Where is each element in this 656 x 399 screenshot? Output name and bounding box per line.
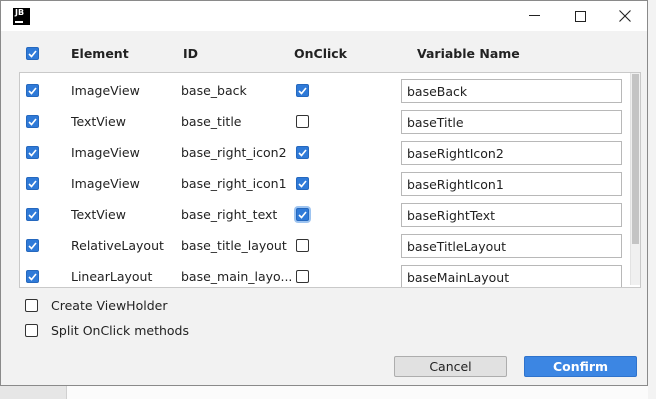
onclick-checkbox[interactable] bbox=[296, 146, 309, 159]
element-id: base_title_layout bbox=[181, 238, 287, 253]
ide-editor-right-edge bbox=[648, 0, 656, 399]
title-bar: JB bbox=[1, 1, 647, 31]
element-table: ImageView base_back baseBack TextView ba… bbox=[19, 72, 641, 288]
create-viewholder-label: Create ViewHolder bbox=[51, 298, 168, 313]
app-icon-text: JB bbox=[15, 8, 25, 17]
element-type: LinearLayout bbox=[71, 269, 153, 284]
element-id: base_right_icon1 bbox=[181, 176, 287, 191]
variable-name-input[interactable]: baseMainLayout bbox=[401, 265, 622, 287]
table-header: Element ID OnClick Variable Name bbox=[1, 42, 647, 66]
header-variable-name: Variable Name bbox=[417, 46, 520, 61]
header-onclick: OnClick bbox=[294, 46, 347, 61]
element-type: RelativeLayout bbox=[71, 238, 164, 253]
confirm-button[interactable]: Confirm bbox=[524, 356, 637, 377]
cancel-button[interactable]: Cancel bbox=[394, 356, 507, 377]
row-select-checkbox[interactable] bbox=[26, 270, 39, 283]
variable-name-input[interactable]: baseRightIcon2 bbox=[401, 141, 622, 165]
jetbrains-app-icon: JB bbox=[13, 8, 30, 25]
table-row: RelativeLayout base_title_layout baseTit… bbox=[20, 230, 632, 261]
create-viewholder-checkbox[interactable] bbox=[25, 299, 38, 312]
variable-name-input[interactable]: baseBack bbox=[401, 79, 622, 103]
variable-name-input[interactable]: baseTitleLayout bbox=[401, 234, 622, 258]
element-id: base_back bbox=[181, 83, 247, 98]
header-id: ID bbox=[183, 46, 199, 61]
ide-editor-background bbox=[0, 386, 656, 399]
find-view-dialog: JB Element ID OnClick Variable Name Imag… bbox=[0, 0, 648, 386]
minimize-icon[interactable] bbox=[511, 1, 557, 31]
table-row: ImageView base_right_icon2 baseRightIcon… bbox=[20, 137, 632, 168]
variable-name-input[interactable]: baseRightIcon1 bbox=[401, 172, 622, 196]
variable-name-input[interactable]: baseRightText bbox=[401, 203, 622, 227]
element-type: TextView bbox=[71, 207, 126, 222]
element-type: ImageView bbox=[71, 176, 140, 191]
element-id: base_main_layo... bbox=[181, 269, 293, 284]
element-id: base_title bbox=[181, 114, 242, 129]
element-id: base_right_text bbox=[181, 207, 278, 222]
close-icon[interactable] bbox=[602, 1, 648, 31]
element-type: ImageView bbox=[71, 145, 140, 160]
split-onclick-checkbox[interactable] bbox=[25, 324, 38, 337]
ide-gutter bbox=[0, 386, 67, 399]
split-onclick-label: Split OnClick methods bbox=[51, 323, 189, 338]
element-type: TextView bbox=[71, 114, 126, 129]
row-select-checkbox[interactable] bbox=[26, 115, 39, 128]
maximize-icon[interactable] bbox=[557, 1, 603, 31]
scrollbar-thumb[interactable] bbox=[632, 74, 639, 244]
row-select-checkbox[interactable] bbox=[26, 146, 39, 159]
onclick-checkbox[interactable] bbox=[296, 239, 309, 252]
row-select-checkbox[interactable] bbox=[26, 177, 39, 190]
onclick-checkbox[interactable] bbox=[296, 270, 309, 283]
table-row: LinearLayout base_main_layo... baseMainL… bbox=[20, 261, 632, 287]
header-element: Element bbox=[71, 46, 129, 61]
select-all-checkbox[interactable] bbox=[26, 47, 39, 60]
onclick-checkbox[interactable] bbox=[296, 208, 309, 221]
table-scrollbar[interactable] bbox=[630, 73, 640, 285]
element-type: ImageView bbox=[71, 83, 140, 98]
row-select-checkbox[interactable] bbox=[26, 208, 39, 221]
onclick-checkbox[interactable] bbox=[296, 177, 309, 190]
row-select-checkbox[interactable] bbox=[26, 239, 39, 252]
row-select-checkbox[interactable] bbox=[26, 84, 39, 97]
onclick-checkbox[interactable] bbox=[296, 84, 309, 97]
onclick-checkbox[interactable] bbox=[296, 115, 309, 128]
table-row: ImageView base_right_icon1 baseRightIcon… bbox=[20, 168, 632, 199]
table-row: TextView base_title baseTitle bbox=[20, 106, 632, 137]
table-row: TextView base_right_text baseRightText bbox=[20, 199, 632, 230]
element-id: base_right_icon2 bbox=[181, 145, 287, 160]
table-row: ImageView base_back baseBack bbox=[20, 75, 632, 106]
variable-name-input[interactable]: baseTitle bbox=[401, 110, 622, 134]
